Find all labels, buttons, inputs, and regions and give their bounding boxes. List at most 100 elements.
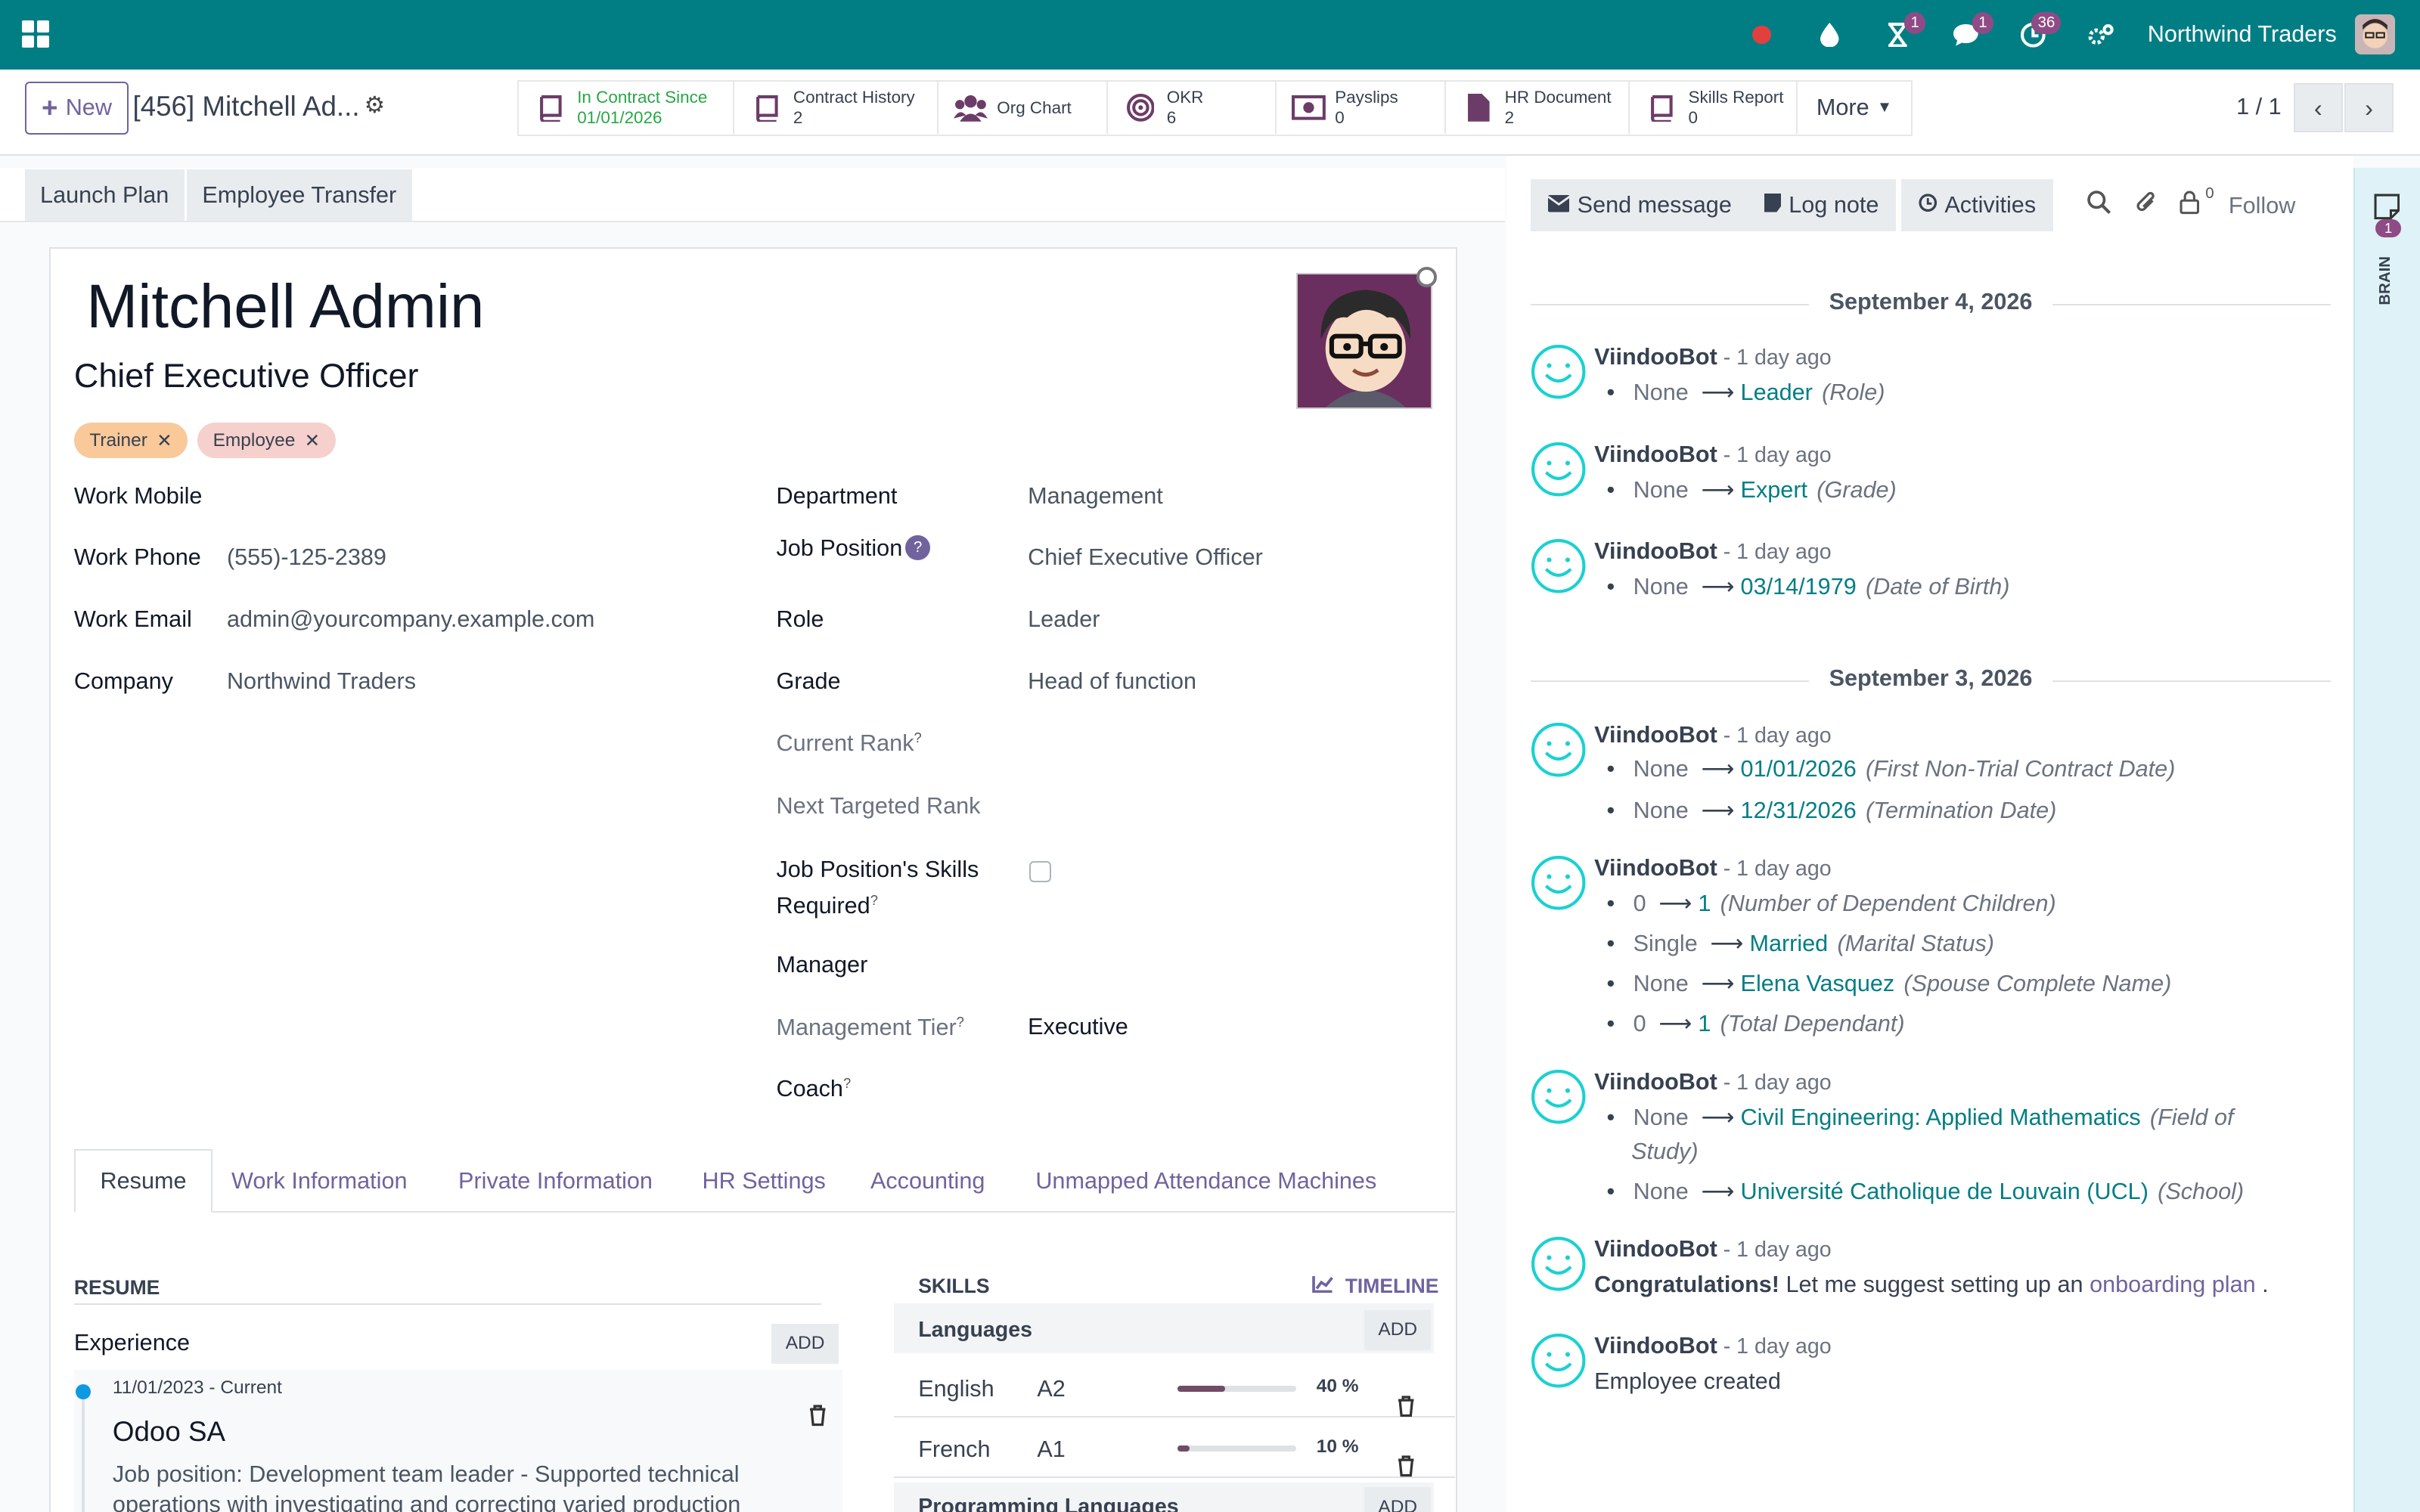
lock-icon[interactable]: [2180, 190, 2200, 221]
department-label: Department: [776, 482, 898, 509]
tracking-value: • None ⟶ Leader (Role): [1606, 380, 1885, 406]
tooltip-marker[interactable]: ?: [914, 730, 922, 745]
management-tier-select[interactable]: Executive: [1028, 1014, 1128, 1040]
arrow-right-icon: ⟶: [1701, 755, 1735, 782]
arrow-right-icon: ⟶: [1701, 798, 1735, 824]
company-label: Company: [73, 668, 173, 694]
record-breadcrumb: [456] Mitchell Ad...: [132, 91, 360, 122]
company-select[interactable]: Northwind Traders: [227, 668, 416, 695]
resume-line-company: Odoo SA: [112, 1416, 225, 1448]
paperclip-icon[interactable]: [2134, 190, 2159, 222]
department-select[interactable]: Management: [1028, 483, 1163, 510]
skill-level: A1: [1037, 1436, 1066, 1462]
experience-label: Experience: [73, 1330, 191, 1356]
tooltip-marker[interactable]: ?: [957, 1014, 964, 1030]
bot-avatar-icon: [1531, 723, 1586, 777]
activities-button[interactable]: Activities: [1901, 178, 2053, 232]
tab-private-information[interactable]: Private Information: [433, 1149, 677, 1213]
record-icon[interactable]: [1740, 0, 1783, 70]
tab-unmapped-attendance-machines[interactable]: Unmapped Attendance Machines: [1011, 1149, 1401, 1213]
tracking-value: • None ⟶ 01/01/2026 (First Non-Trial Contra…: [1606, 755, 2176, 782]
work-phone-input[interactable]: (555)-125-2389: [227, 544, 386, 571]
message-author: ViindooBot - 1 day ago: [1594, 722, 1832, 748]
chat-icon[interactable]: 1: [1944, 0, 1993, 70]
help-icon[interactable]: ?: [905, 535, 930, 560]
message-author: ViindooBot - 1 day ago: [1594, 441, 1832, 467]
search-icon[interactable]: [2086, 190, 2111, 221]
employee-name[interactable]: Mitchell Admin: [86, 271, 484, 342]
arrow-right-icon: ⟶: [1701, 1179, 1735, 1205]
employee-transfer-button[interactable]: Employee Transfer: [186, 169, 412, 221]
smart-button-hr-document[interactable]: HR Document 2: [1446, 82, 1630, 135]
send-message-button[interactable]: Send message: [1531, 178, 1749, 232]
timeline-line: [82, 1399, 85, 1512]
bot-avatar-icon: [1531, 1334, 1586, 1388]
job-position-select[interactable]: Chief Executive Officer: [1028, 544, 1263, 571]
log-note-button[interactable]: Log note: [1747, 178, 1896, 232]
skill-group-programming-languages: Programming Languages: [918, 1495, 1179, 1512]
notebook-tabs: Resume Work Information Private Informat…: [73, 1149, 1456, 1213]
divider: [2052, 680, 2331, 682]
work-email-input[interactable]: admin@yourcompany.example.com: [227, 606, 594, 633]
employee-job-title[interactable]: Chief Executive Officer: [74, 356, 419, 395]
close-icon[interactable]: ✕: [305, 429, 321, 452]
caret-down-icon: ▼: [1876, 99, 1893, 116]
work-mobile-input[interactable]: [227, 483, 706, 514]
tracking-value: • None ⟶ 03/14/1979 (Date of Birth): [1606, 574, 2010, 600]
add-programming-language-button[interactable]: ADD: [1364, 1487, 1432, 1512]
add-language-button[interactable]: ADD: [1364, 1309, 1432, 1350]
timer-badge: 36: [2031, 12, 2062, 34]
trash-icon[interactable]: [1397, 1438, 1415, 1488]
activity-badge: 1: [1904, 12, 1925, 34]
add-experience-button[interactable]: ADD: [771, 1323, 839, 1364]
follow-button[interactable]: Follow: [2229, 193, 2295, 219]
file-icon: [1462, 91, 1496, 125]
smart-button-org-chart[interactable]: Org Chart: [938, 82, 1109, 135]
grade-label: Grade: [776, 668, 841, 694]
tab-hr-settings[interactable]: HR Settings: [678, 1149, 851, 1213]
close-icon[interactable]: ✕: [157, 429, 172, 452]
arrow-right-icon: ⟶: [1701, 574, 1735, 600]
smart-button-skills-report[interactable]: Skills Report 0: [1629, 82, 1798, 135]
clock-icon[interactable]: 36: [2012, 0, 2062, 70]
tab-accounting[interactable]: Accounting: [845, 1149, 1010, 1213]
tab-resume[interactable]: Resume: [73, 1149, 213, 1213]
drop-icon[interactable]: [1808, 0, 1851, 70]
smart-button-okr[interactable]: OKR 6: [1108, 82, 1277, 135]
hourglass-icon[interactable]: 1: [1876, 0, 1925, 70]
message-author: ViindooBot - 1 day ago: [1594, 1069, 1832, 1095]
presence-status-icon: [1416, 267, 1437, 287]
tracking-value: • None ⟶ Université Catholique de Louvain …: [1606, 1179, 2245, 1205]
company-switcher[interactable]: Northwind Traders: [2148, 21, 2337, 48]
smart-button-contract-history[interactable]: Contract History 2: [734, 82, 939, 135]
employee-photo[interactable]: [1296, 273, 1432, 409]
tracking-value: • None ⟶ 12/31/2026 (Termination Date): [1606, 798, 2057, 824]
smart-button-payslips[interactable]: Payslips 0: [1276, 82, 1447, 135]
pager-next-button[interactable]: ›: [2344, 83, 2394, 133]
pager-previous-button[interactable]: ‹: [2293, 83, 2343, 133]
tab-work-information[interactable]: Work Information: [206, 1149, 432, 1213]
grade-select[interactable]: Head of function: [1028, 668, 1196, 695]
onboarding-plan-link[interactable]: onboarding plan: [2090, 1272, 2256, 1297]
smart-button-contract[interactable]: In Contract Since 01/01/2026: [518, 82, 735, 135]
pager-value[interactable]: 1 / 1: [2236, 94, 2282, 120]
tooltip-marker[interactable]: ?: [870, 892, 878, 908]
settings-icon[interactable]: [2080, 0, 2123, 70]
skills-timeline-button[interactable]: TIMELINE: [1311, 1275, 1438, 1298]
trash-icon[interactable]: [808, 1387, 827, 1437]
tooltip-marker[interactable]: ?: [843, 1075, 851, 1091]
launch-plan-button[interactable]: Launch Plan: [24, 169, 185, 221]
chevron-left-icon: ‹: [2313, 93, 2322, 122]
gear-icon[interactable]: ⚙: [365, 92, 385, 119]
more-dropdown[interactable]: More ▼: [1798, 82, 1911, 135]
target-icon: [1124, 91, 1158, 125]
new-button[interactable]: + New: [24, 82, 129, 135]
skill-level: A2: [1037, 1376, 1066, 1402]
note-icon: [1764, 192, 1782, 218]
message-body: Employee created: [1594, 1368, 1781, 1395]
role-select[interactable]: Leader: [1028, 606, 1100, 633]
apps-menu-icon[interactable]: [21, 20, 50, 48]
brain-sidebar[interactable]: 1 BRAIN: [2353, 168, 2420, 1512]
job-skills-required-checkbox[interactable]: [1029, 860, 1051, 883]
user-avatar[interactable]: [2355, 14, 2396, 55]
